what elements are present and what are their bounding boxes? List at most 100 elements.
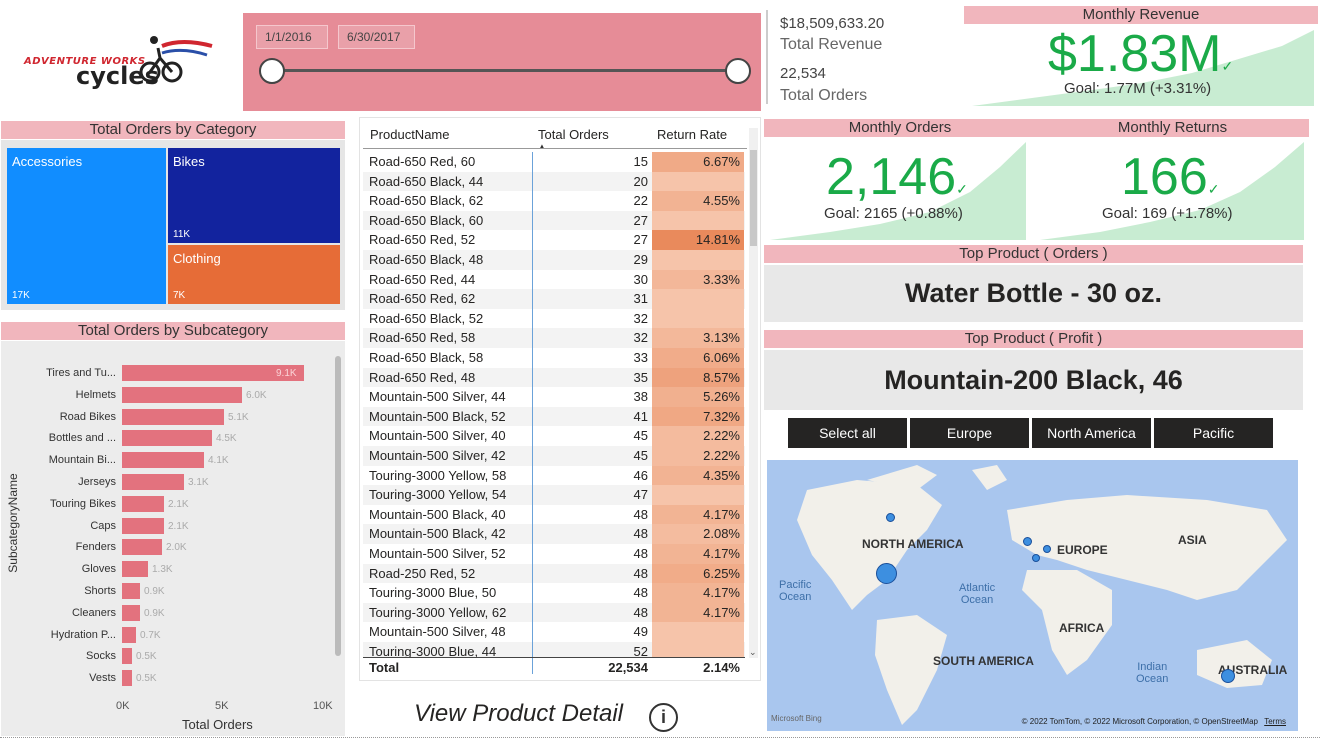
table-row[interactable]: Touring-3000 Blue, 50 48 4.17% <box>363 583 745 603</box>
orders-map[interactable]: NORTH AMERICA EUROPE ASIA AFRICA SOUTH A… <box>767 460 1298 731</box>
subcategory-bar-row[interactable]: Road Bikes 5.1K <box>0 408 340 425</box>
subcategory-bar[interactable] <box>122 517 164 534</box>
total-orders-value: 22,534 <box>780 65 826 82</box>
table-row[interactable]: Road-650 Black, 48 29 <box>363 250 745 270</box>
table-row[interactable]: Road-250 Red, 52 48 6.25% <box>363 563 745 584</box>
slider-start-handle[interactable] <box>259 58 285 84</box>
table-row[interactable]: Road-650 Red, 62 31 <box>363 289 745 309</box>
subcategory-bar-row[interactable]: Fenders 2.0K <box>0 539 340 556</box>
view-product-detail-button[interactable]: View Product Detail <box>414 700 623 728</box>
table-row[interactable]: Road-650 Red, 60 15 6.67% <box>363 152 745 172</box>
subcategory-bar-row[interactable]: Gloves 1.3K <box>0 561 340 578</box>
map-bubble-usa[interactable] <box>876 563 897 584</box>
subcategory-bar-row[interactable]: Touring Bikes 2.1K <box>0 495 340 512</box>
subcategory-bar[interactable] <box>122 408 224 425</box>
table-row[interactable]: Road-650 Black, 44 20 <box>363 171 745 192</box>
subcategory-scrollbar[interactable] <box>335 356 341 656</box>
table-row[interactable]: Road-650 Red, 52 27 14.81% <box>363 230 745 250</box>
col-header-total-orders[interactable]: Total Orders <box>538 127 609 142</box>
map-bubble-canada[interactable] <box>886 513 895 522</box>
treemap-tile-clothing[interactable]: Clothing 7K <box>168 245 340 304</box>
return-rate-cell: 4.55% <box>652 191 744 211</box>
date-range-slicer[interactable]: 1/1/2016 6/30/2017 <box>243 13 761 111</box>
return-rate-cell: 7.32% <box>652 406 744 427</box>
subcategory-bar[interactable] <box>122 474 184 490</box>
return-rate-cell <box>652 250 744 270</box>
table-row[interactable]: Road-650 Red, 58 32 3.13% <box>363 328 745 348</box>
table-row[interactable]: Road-650 Red, 48 35 8.57% <box>363 367 745 388</box>
subcategory-bar-row[interactable]: Mountain Bi... 4.1K <box>0 452 340 469</box>
subcategory-bar-row[interactable]: Cleaners 0.9K <box>0 604 340 621</box>
subcategory-bar[interactable] <box>122 670 132 687</box>
region-button-europe[interactable]: Europe <box>910 418 1029 448</box>
subcategory-bar[interactable] <box>122 430 212 447</box>
table-row[interactable]: Mountain-500 Black, 52 41 7.32% <box>363 406 745 427</box>
product-name-cell: Road-650 Black, 60 <box>369 212 484 228</box>
view-product-detail-label: View Product Detail <box>414 700 623 727</box>
subcategory-bar-value-label: 2.1K <box>168 498 189 510</box>
table-row[interactable]: Road-650 Black, 62 22 4.55% <box>363 191 745 211</box>
subcategory-bar-row[interactable]: Caps 2.1K <box>0 517 340 534</box>
scroll-down-icon[interactable]: ⌄ <box>749 647 757 658</box>
subcategory-bar[interactable] <box>122 452 204 469</box>
total-orders-cell: 29 <box>633 252 648 267</box>
map-bubble-germany[interactable] <box>1043 545 1051 553</box>
table-row[interactable]: Road-650 Black, 60 27 <box>363 210 745 231</box>
table-row[interactable]: Touring-3000 Yellow, 54 47 <box>363 485 745 505</box>
subcategory-bar[interactable] <box>122 648 132 665</box>
subcategory-bar[interactable] <box>122 386 242 403</box>
subcategory-bar[interactable] <box>122 539 162 556</box>
subcategory-bar-value-label: 0.9K <box>144 586 165 597</box>
start-date-input[interactable]: 1/1/2016 <box>256 25 328 49</box>
col-header-return-rate[interactable]: Return Rate <box>657 127 727 142</box>
table-row[interactable]: Mountain-500 Silver, 52 48 4.17% <box>363 544 745 564</box>
subcategory-bar-row[interactable]: Jerseys 3.1K <box>0 474 340 490</box>
product-name-cell: Mountain-500 Black, 40 <box>369 506 506 522</box>
end-date-input[interactable]: 6/30/2017 <box>338 25 415 49</box>
subcategory-bar-row[interactable]: Bottles and ... 4.5K <box>0 430 340 447</box>
table-row[interactable]: Touring-3000 Yellow, 58 46 4.35% <box>363 465 745 486</box>
map-bubble-uk[interactable] <box>1023 537 1032 546</box>
subcategory-bar-row[interactable]: Tires and Tu... 9.1K <box>0 365 340 381</box>
table-row[interactable]: Touring-3000 Blue, 44 52 <box>363 642 745 658</box>
table-row[interactable]: Road-650 Black, 58 33 6.06% <box>363 348 745 368</box>
subcategory-bar-row[interactable]: Helmets 6.0K <box>0 386 340 403</box>
totals-card: $18,509,633.20 Total Revenue 22,534 Tota… <box>766 10 956 104</box>
info-icon[interactable]: i <box>649 703 678 732</box>
subcategory-bar[interactable] <box>122 561 148 578</box>
region-button-select-all[interactable]: Select all <box>788 418 907 448</box>
table-scrollbar[interactable]: ⌄ <box>749 128 758 658</box>
table-row[interactable]: Mountain-500 Black, 42 48 2.08% <box>363 524 745 544</box>
subcategory-bar[interactable] <box>122 604 140 621</box>
subcategory-bar-row[interactable]: Vests 0.5K <box>0 670 340 687</box>
map-bubble-france[interactable] <box>1032 554 1040 562</box>
table-row[interactable]: Mountain-500 Black, 40 48 4.17% <box>363 504 745 525</box>
monthly-revenue-value: $1.83M✓ <box>1048 28 1233 80</box>
region-button-pacific[interactable]: Pacific <box>1154 418 1273 448</box>
table-row[interactable]: Mountain-500 Silver, 48 49 <box>363 622 745 642</box>
region-button-north-america[interactable]: North America <box>1032 418 1151 448</box>
table-row[interactable]: Road-650 Red, 44 30 3.33% <box>363 269 745 290</box>
subcategory-bar[interactable] <box>122 626 136 643</box>
table-row[interactable]: Mountain-500 Silver, 44 38 5.26% <box>363 387 745 407</box>
table-row[interactable]: Road-650 Black, 52 32 <box>363 308 745 329</box>
treemap-tile-bikes[interactable]: Bikes 11K <box>168 148 340 243</box>
table-row[interactable]: Mountain-500 Silver, 42 45 2.22% <box>363 446 745 466</box>
table-row[interactable]: Mountain-500 Silver, 40 45 2.22% <box>363 426 745 446</box>
subcategory-bar[interactable] <box>122 495 164 512</box>
treemap-tile-accessories[interactable]: Accessories 17K <box>7 148 166 304</box>
table-scrollbar-thumb[interactable] <box>750 150 757 246</box>
map-bubble-australia[interactable] <box>1221 669 1235 683</box>
map-terms-link[interactable]: Terms <box>1264 717 1286 726</box>
subcategory-bar-row[interactable]: Socks 0.5K <box>0 648 340 665</box>
subcategory-bar-row[interactable]: Hydration P... 0.7K <box>0 626 340 643</box>
table-row[interactable]: Touring-3000 Yellow, 62 48 4.17% <box>363 602 745 623</box>
col-header-productname[interactable]: ProductName <box>370 127 449 142</box>
slider-end-handle[interactable] <box>725 58 751 84</box>
subcategory-bar[interactable] <box>122 583 140 599</box>
subcategory-bar-row[interactable]: Shorts 0.9K <box>0 583 340 599</box>
return-rate-cell <box>652 642 744 658</box>
return-rate-cell: 6.25% <box>652 563 744 584</box>
map-label-pacific-ocean: Pacific Ocean <box>779 579 812 603</box>
slider-track[interactable] <box>271 69 739 72</box>
